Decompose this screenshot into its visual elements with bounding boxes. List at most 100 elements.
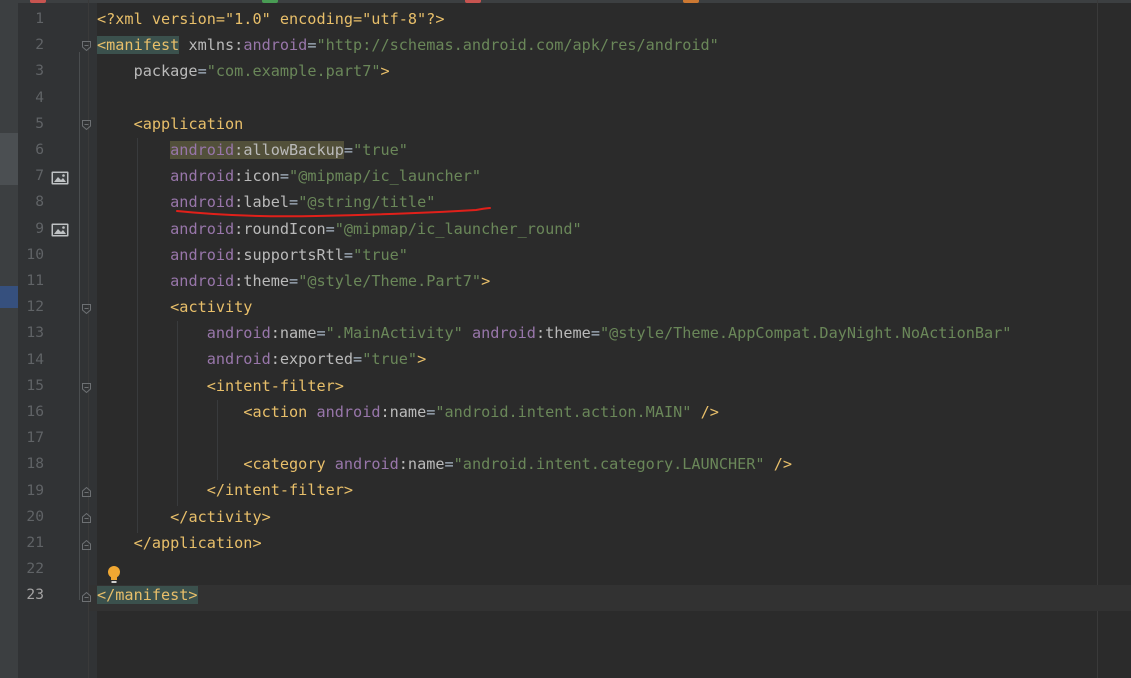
line-number: 10 — [26, 245, 44, 263]
code-token: android — [170, 167, 235, 186]
code-token: "http://schemas.android.com/apk/res/andr… — [316, 36, 719, 55]
code-token: "com.example.part7" — [206, 62, 381, 81]
code-token: = — [325, 219, 335, 238]
code-token: package — [97, 62, 198, 81]
code-token: android — [206, 350, 271, 369]
code-token: android — [471, 324, 536, 343]
code-token: = — [590, 324, 600, 343]
code-token: "true" — [353, 140, 408, 159]
code-line[interactable]: <activity — [97, 294, 1011, 320]
line-number: 3 — [35, 62, 44, 80]
code-line[interactable]: android:supportsRtl="true" — [97, 242, 1011, 268]
code-token: :exported — [270, 350, 354, 369]
code-token: :name — [398, 455, 445, 474]
line-number: 15 — [26, 376, 44, 394]
code-token: = — [444, 455, 454, 474]
code-token: :icon — [234, 167, 280, 186]
code-line[interactable]: <?xml version="1.0" encoding="utf-8"?> — [97, 6, 1011, 32]
line-number: 4 — [35, 88, 44, 106]
code-line[interactable]: android:exported="true"> — [97, 346, 1011, 372]
code-editor[interactable]: <?xml version="1.0" encoding="utf-8"?> <m… — [97, 6, 1011, 608]
code-token: = — [197, 62, 207, 81]
code-token: "android.intent.category.LAUNCHER" — [453, 455, 765, 474]
fold-marker-icon[interactable] — [82, 120, 91, 130]
code-token: :allowBackup — [234, 140, 344, 159]
code-line[interactable]: android:theme="@style/Theme.Part7"> — [97, 268, 1011, 294]
code-line[interactable]: package="com.example.part7"> — [97, 58, 1011, 84]
fold-end-marker-icon[interactable] — [82, 487, 91, 497]
code-token: <application — [133, 114, 244, 133]
image-preview-icon[interactable] — [51, 223, 69, 237]
strip-selection — [0, 286, 18, 308]
code-line[interactable] — [97, 425, 1011, 451]
code-token: <category — [243, 455, 326, 474]
code-token: :theme — [234, 271, 290, 290]
code-line[interactable]: <category android:name="android.intent.c… — [97, 451, 1011, 477]
code-line[interactable] — [97, 556, 1011, 582]
line-number: 16 — [26, 403, 44, 420]
code-token: xmlns: — [179, 36, 244, 55]
code-token: "@style/Theme.Part7" — [298, 271, 482, 290]
image-preview-icon[interactable] — [51, 171, 69, 185]
line-number: 22 — [26, 560, 44, 578]
code-line[interactable]: android:allowBackup="true" — [97, 137, 1011, 163]
code-line[interactable] — [97, 85, 1011, 111]
fold-end-marker-icon[interactable] — [82, 592, 91, 602]
code-line[interactable]: <application — [97, 111, 1011, 137]
code-line[interactable]: </manifest> — [97, 582, 1011, 608]
code-line[interactable]: </intent-filter> — [97, 477, 1011, 503]
code-token: > — [481, 271, 491, 290]
code-line[interactable]: </application> — [97, 530, 1011, 556]
code-token: </activity> — [170, 507, 271, 526]
code-token: = — [343, 245, 354, 264]
tab-icon-edge — [465, 0, 481, 3]
code-token: "true" — [353, 245, 408, 264]
code-token: android — [170, 271, 235, 290]
fold-marker-icon[interactable] — [82, 383, 91, 393]
line-number: 20 — [26, 507, 44, 525]
fold-marker-icon[interactable] — [82, 41, 91, 51]
code-token: <action — [243, 402, 308, 421]
code-token: </application> — [133, 533, 262, 552]
code-token: :name — [380, 402, 427, 421]
line-number: 14 — [26, 350, 44, 368]
code-token: = — [289, 271, 299, 290]
right-margin-guide — [1097, 0, 1098, 678]
code-line[interactable]: android:icon="@mipmap/ic_launcher" — [97, 163, 1011, 189]
strip-highlight — [0, 133, 18, 185]
line-number: 2 — [35, 36, 44, 54]
code-token: = — [279, 167, 290, 186]
editor-tabs-edge — [0, 0, 1131, 3]
line-number: 13 — [26, 324, 44, 342]
code-token: </intent-filter> — [206, 481, 354, 500]
code-token: <manifest — [97, 36, 180, 55]
fold-marker-icon[interactable] — [82, 304, 91, 314]
code-line[interactable]: <manifest xmlns:android="http://schemas.… — [97, 32, 1011, 58]
code-line[interactable]: <intent-filter> — [97, 373, 1011, 399]
code-line[interactable]: </activity> — [97, 504, 1011, 530]
code-token: :supportsRtl — [234, 245, 344, 264]
fold-end-marker-icon[interactable] — [82, 540, 91, 550]
tool-window-strip[interactable] — [0, 3, 19, 678]
fold-end-marker-icon[interactable] — [82, 513, 91, 523]
code-line[interactable]: android:name=".MainActivity" android:the… — [97, 320, 1012, 346]
code-line[interactable]: android:roundIcon="@mipmap/ic_launcher_r… — [97, 216, 1011, 242]
line-number: 23 — [26, 586, 44, 604]
code-token: :roundIcon — [234, 219, 326, 238]
code-token: android — [243, 36, 308, 55]
line-number: 6 — [35, 141, 44, 158]
line-number: 12 — [26, 298, 44, 316]
code-line[interactable]: <action android:name="android.intent.act… — [97, 399, 1011, 425]
code-token: android — [170, 219, 235, 238]
